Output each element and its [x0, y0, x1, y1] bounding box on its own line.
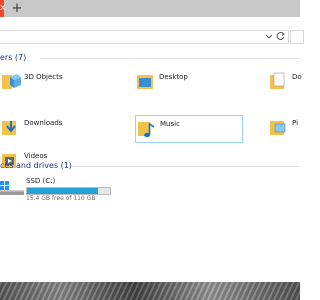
- folder-label: Do: [292, 73, 302, 81]
- folder-label: Desktop: [159, 73, 188, 81]
- refresh-icon[interactable]: [276, 31, 286, 41]
- folder-label: Videos: [24, 152, 48, 160]
- folder-label: Downloads: [24, 119, 63, 127]
- folder-tile-3d-objects[interactable]: 3D Objects: [0, 69, 110, 95]
- folder-label: Music: [160, 120, 180, 128]
- folder-tile-pictures[interactable]: Pi: [268, 115, 300, 141]
- address-input[interactable]: [0, 30, 289, 44]
- drive-usage-bar: [26, 187, 111, 195]
- group-divider: [72, 166, 300, 167]
- drive-name: SSD (C:): [26, 177, 56, 185]
- folder-label: 3D Objects: [24, 73, 63, 81]
- folder-label: Pi: [292, 119, 299, 127]
- file-explorer-window: ers (7) 3D Objects Desktop Do Downloads: [0, 17, 304, 282]
- drive-free-space: 15.4 GB free of 110 GB: [26, 195, 96, 202]
- address-bar: [0, 30, 304, 44]
- drive-usage-fill: [27, 188, 99, 194]
- search-input[interactable]: [290, 30, 304, 44]
- music-folder-icon: [138, 122, 155, 138]
- group-divider: [40, 58, 300, 59]
- desktop-background: [0, 282, 300, 300]
- documents-folder-icon: [270, 72, 285, 89]
- folder-tile-desktop[interactable]: Desktop: [135, 69, 245, 95]
- desktop-folder-icon: [137, 75, 153, 89]
- drive-tile-ssd[interactable]: SSD (C:) 15.4 GB free of 110 GB: [0, 177, 120, 202]
- folder-tile-downloads[interactable]: Downloads: [0, 115, 110, 141]
- 3d-objects-folder-icon: [2, 74, 21, 89]
- group-header-drives[interactable]: ces and drives (1): [0, 160, 72, 172]
- pictures-folder-icon: [270, 121, 286, 135]
- folder-tile-documents[interactable]: Do: [268, 69, 302, 95]
- tab-bar: x +: [0, 0, 300, 17]
- tab-close-button[interactable]: x: [0, 2, 6, 14]
- new-tab-button[interactable]: +: [10, 0, 24, 17]
- downloads-folder-icon: [2, 121, 16, 135]
- hard-drive-icon: [0, 181, 24, 195]
- group-header-folders[interactable]: ers (7): [0, 52, 26, 64]
- chevron-down-icon[interactable]: [264, 31, 274, 41]
- folder-tile-music[interactable]: Music: [135, 115, 243, 143]
